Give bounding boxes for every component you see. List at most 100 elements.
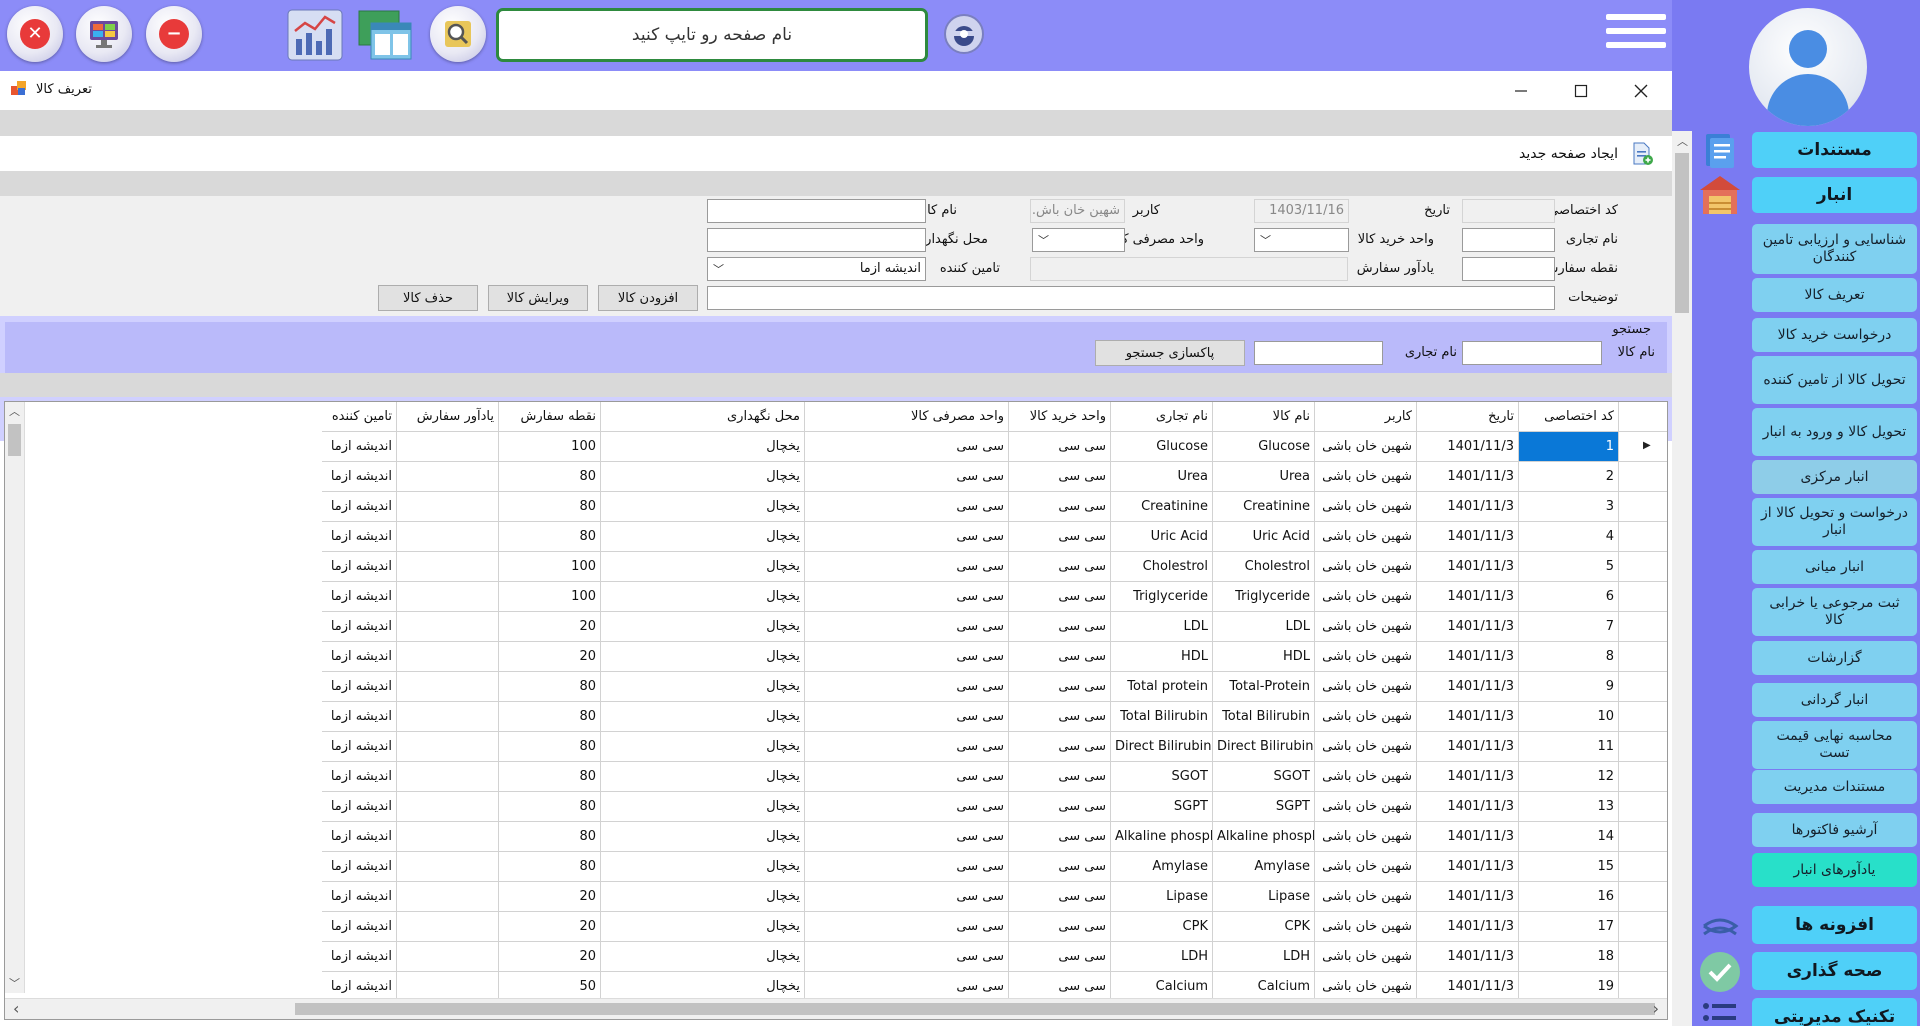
table-cell-trade-name[interactable]: Direct Bilirubin [1111,732,1213,762]
table-cell-date[interactable]: 1401/11/3 [1417,912,1519,942]
table-cell-user[interactable]: شهین خان باشی [1315,492,1417,522]
table-cell-order-point[interactable]: 80 [499,762,601,792]
row-header[interactable] [1619,702,1667,732]
table-cell-storage[interactable]: یخچال [601,582,805,612]
order-point-field[interactable] [1462,257,1555,281]
table-cell-date[interactable]: 1401/11/3 [1417,462,1519,492]
table-cell-product-name[interactable]: Total Bilirubin [1213,702,1315,732]
table-cell-order-reminder[interactable] [397,702,499,732]
sidebar-item-warehouse-request[interactable]: درخواست و تحویل کالا از انبار [1752,498,1917,546]
table-cell-date[interactable]: 1401/11/3 [1417,942,1519,972]
row-header[interactable] [1619,552,1667,582]
table-cell-code[interactable]: 3 [1519,492,1619,522]
table-cell-consumption-unit[interactable]: سی سی [805,852,1009,882]
table-cell-user[interactable]: شهین خان باشی [1315,942,1417,972]
table-cell-consumption-unit[interactable]: سی سی [805,672,1009,702]
consumption-unit-select[interactable]: ﹀ [1032,228,1125,252]
table-cell-code[interactable]: 4 [1519,522,1619,552]
table-cell-order-point[interactable]: 80 [499,732,601,762]
table-cell-code[interactable]: 13 [1519,792,1619,822]
table-cell-order-point[interactable]: 80 [499,822,601,852]
table-cell-order-reminder[interactable] [397,612,499,642]
table-cell-user[interactable]: شهین خان باشی [1315,792,1417,822]
table-cell-supplier[interactable]: اندیشه ازما [322,762,397,792]
search-trade-name-field[interactable] [1254,341,1383,365]
column-header-trade-name[interactable]: نام تجاری [1111,402,1213,432]
date-field[interactable]: 1403/11/16 [1254,199,1349,223]
scrollbar-thumb[interactable] [1675,153,1689,313]
table-cell-purchase-unit[interactable]: سی سی [1009,672,1111,702]
table-cell-purchase-unit[interactable]: سی سی [1009,462,1111,492]
table-cell-product-name[interactable]: Triglyceride [1213,582,1315,612]
search-product-name-field[interactable] [1462,341,1602,365]
table-cell-storage[interactable]: یخچال [601,732,805,762]
table-cell-consumption-unit[interactable]: سی سی [805,912,1009,942]
table-cell-order-reminder[interactable] [397,882,499,912]
table-cell-consumption-unit[interactable]: سی سی [805,762,1009,792]
column-header-order-point[interactable]: نقطه سفارش [499,402,601,432]
table-cell-order-point[interactable]: 80 [499,522,601,552]
row-header[interactable] [1619,492,1667,522]
table-cell-product-name[interactable]: LDH [1213,942,1315,972]
table-cell-product-name[interactable]: Creatinine [1213,492,1315,522]
column-header-product-name[interactable]: نام کالا [1213,402,1315,432]
table-cell-order-point[interactable]: 100 [499,582,601,612]
code-field[interactable] [1462,199,1555,223]
table-cell-date[interactable]: 1401/11/3 [1417,762,1519,792]
table-cell-product-name[interactable]: LDL [1213,612,1315,642]
sidebar-item-management-docs[interactable]: مستندات مدیریت [1752,770,1917,804]
table-cell-purchase-unit[interactable]: سی سی [1009,492,1111,522]
table-cell-product-name[interactable]: SGPT [1213,792,1315,822]
table-cell-trade-name[interactable]: SGPT [1111,792,1213,822]
table-cell-product-name[interactable]: Total-Protein [1213,672,1315,702]
table-cell-consumption-unit[interactable]: سی سی [805,612,1009,642]
table-cell-consumption-unit[interactable]: سی سی [805,702,1009,732]
table-cell-supplier[interactable]: اندیشه ازما [322,432,397,462]
table-cell-user[interactable]: شهین خان باشی [1315,912,1417,942]
table-cell-trade-name[interactable]: Total protein [1111,672,1213,702]
window-vertical-scrollbar[interactable]: ︿ [1672,131,1692,1026]
table-cell-supplier[interactable]: اندیشه ازما [322,642,397,672]
user-field[interactable]: شهین خان باش... [1030,199,1125,223]
table-cell-user[interactable]: شهین خان باشی [1315,882,1417,912]
delete-product-button[interactable]: حذف کالا [378,285,478,311]
table-cell-supplier[interactable]: اندیشه ازما [322,612,397,642]
table-cell-purchase-unit[interactable]: سی سی [1009,582,1111,612]
table-cell-product-name[interactable]: HDL [1213,642,1315,672]
table-cell-code[interactable]: 7 [1519,612,1619,642]
row-header[interactable] [1619,642,1667,672]
table-cell-supplier[interactable]: اندیشه ازما [322,732,397,762]
table-cell-purchase-unit[interactable]: سی سی [1009,852,1111,882]
scrollbar-thumb[interactable] [8,424,21,456]
minimize-app-button[interactable]: − [146,6,202,62]
table-cell-storage[interactable]: یخچال [601,432,805,462]
table-cell-code[interactable]: 2 [1519,462,1619,492]
table-cell-trade-name[interactable]: Total Bilirubin [1111,702,1213,732]
window-minimize-button[interactable] [1508,78,1534,104]
scroll-up-icon[interactable]: ︿ [9,406,20,417]
table-cell-order-reminder[interactable] [397,672,499,702]
table-cell-storage[interactable]: یخچال [601,642,805,672]
table-cell-order-reminder[interactable] [397,522,499,552]
table-cell-consumption-unit[interactable]: سی سی [805,492,1009,522]
row-header[interactable] [1619,852,1667,882]
supplier-select[interactable]: اندیشه ازما ﹀ [707,257,926,281]
table-cell-purchase-unit[interactable]: سی سی [1009,942,1111,972]
close-app-button[interactable]: ✕ [7,6,63,62]
table-cell-product-name[interactable]: Lipase [1213,882,1315,912]
table-cell-trade-name[interactable]: Glucose [1111,432,1213,462]
table-cell-supplier[interactable]: اندیشه ازما [322,462,397,492]
sidebar-item-final-test-price[interactable]: محاسبه نهایی قیمت تست [1752,721,1917,769]
table-cell-supplier[interactable]: اندیشه ازما [322,942,397,972]
edit-product-button[interactable]: ویرایش کالا [488,285,588,311]
table-cell-date[interactable]: 1401/11/3 [1417,792,1519,822]
row-header[interactable] [1619,522,1667,552]
table-cell-order-reminder[interactable] [397,852,499,882]
table-cell-supplier[interactable]: اندیشه ازما [322,852,397,882]
table-cell-supplier[interactable]: اندیشه ازما [322,702,397,732]
table-cell-product-name[interactable]: CPK [1213,912,1315,942]
table-cell-purchase-unit[interactable]: سی سی [1009,612,1111,642]
table-cell-supplier[interactable]: اندیشه ازما [322,552,397,582]
table-cell-trade-name[interactable]: Urea [1111,462,1213,492]
table-cell-storage[interactable]: یخچال [601,612,805,642]
